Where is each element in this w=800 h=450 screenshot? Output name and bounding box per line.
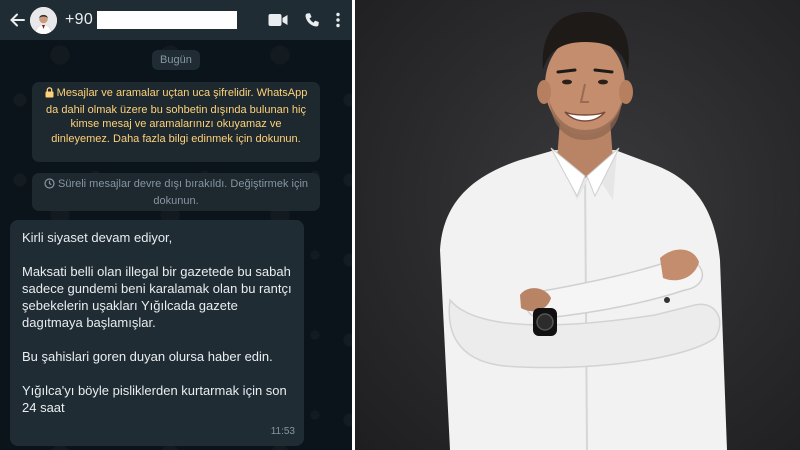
message-paragraph-3: Bu şahislari goren duyan olursa haber ed…: [22, 349, 273, 364]
message-timestamp: 11:53: [270, 426, 295, 437]
video-call-icon[interactable]: [268, 13, 288, 27]
back-arrow-icon[interactable]: [6, 9, 28, 31]
phone-icon[interactable]: [304, 12, 320, 28]
more-options-icon[interactable]: [336, 12, 340, 28]
redacted-phone-number: [97, 11, 238, 29]
disappearing-messages-notice[interactable]: Süreli mesajlar devre dışı bırakıldı. De…: [32, 173, 320, 211]
contact-phone-prefix[interactable]: +90: [65, 11, 93, 29]
timer-icon: [44, 178, 55, 194]
message-paragraph-4: Yığılca'yı böyle pisliklerden kurtarmak …: [22, 383, 287, 415]
encryption-notice-text: Mesajlar ve aramalar uçtan uca şifrelidi…: [46, 87, 308, 145]
incoming-message-bubble[interactable]: Kirli siyaset devam ediyor, Maksati bell…: [10, 220, 304, 446]
date-label: Bugün: [160, 54, 192, 66]
encryption-notice[interactable]: Mesajlar ve aramalar uçtan uca şifrelidi…: [32, 82, 320, 162]
message-paragraph-1: Kirli siyaset devam ediyor,: [22, 230, 173, 245]
disappearing-notice-text: Süreli mesajlar devre dışı bırakıldı. De…: [57, 178, 309, 207]
man-portrait-illustration: [440, 12, 727, 450]
message-paragraph-2: Maksati belli olan illegal bir gazetede …: [22, 264, 292, 330]
chat-header: +90: [0, 0, 352, 40]
date-chip: Bugün: [152, 50, 200, 70]
whatsapp-chat-screenshot: +90 Bugün Mesajlar ve aramalar uçtan uca…: [0, 0, 352, 450]
lock-icon: [45, 87, 54, 103]
contact-avatar[interactable]: [30, 6, 57, 34]
portrait-photo: [355, 0, 800, 450]
header-actions: [268, 12, 352, 28]
